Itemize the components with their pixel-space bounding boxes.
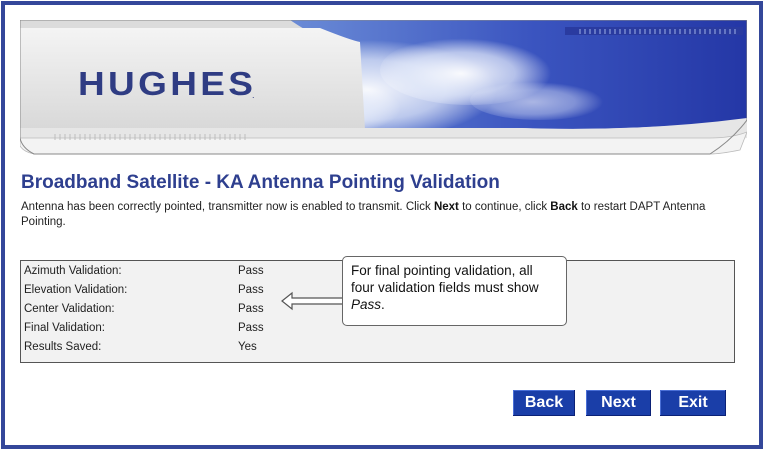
- validation-value: Pass: [238, 265, 264, 277]
- hughes-banner: HUGHES .: [20, 20, 747, 160]
- callout-text: For final pointing validation, all four …: [351, 263, 539, 295]
- back-button[interactable]: Back: [513, 390, 575, 416]
- hughes-logo-mark: .: [252, 90, 255, 100]
- validation-value: Yes: [238, 341, 257, 353]
- validation-label: Final Validation:: [24, 322, 105, 334]
- validation-label: Azimuth Validation:: [24, 265, 122, 277]
- validation-value: Pass: [238, 284, 264, 296]
- description-text: to continue, click: [458, 201, 551, 213]
- hughes-logo: HUGHES: [78, 65, 257, 102]
- page-title: Broadband Satellite - KA Antenna Pointin…: [21, 172, 500, 193]
- validation-value: Pass: [238, 303, 264, 315]
- pointing-validation-callout: For final pointing validation, all four …: [342, 256, 567, 326]
- callout-emphasis: Pass: [351, 297, 382, 312]
- description-next-keyword: Next: [433, 201, 459, 213]
- callout-arrow-icon: [281, 291, 345, 311]
- validation-label: Center Validation:: [24, 303, 115, 315]
- next-button[interactable]: Next: [586, 390, 651, 416]
- validation-label: Elevation Validation:: [24, 284, 128, 296]
- description-text: Antenna has been correctly pointed, tran…: [21, 201, 434, 213]
- validation-value: Pass: [238, 322, 264, 334]
- validation-label: Results Saved:: [24, 341, 102, 353]
- page-description: Antenna has been correctly pointed, tran…: [21, 200, 731, 230]
- exit-button[interactable]: Exit: [660, 390, 726, 416]
- description-back-keyword: Back: [550, 201, 578, 213]
- callout-end: .: [381, 297, 385, 312]
